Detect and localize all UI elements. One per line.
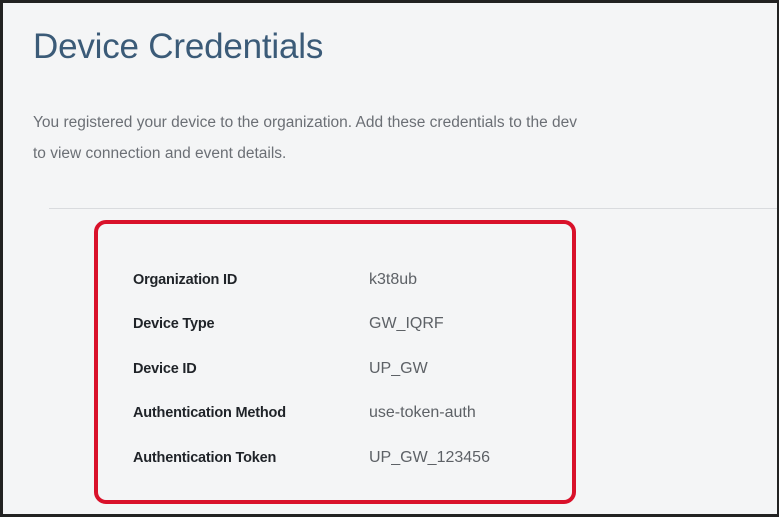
credential-row-authentication-method: Authentication Method use-token-auth [133,401,476,425]
credential-label: Device Type [133,316,215,332]
credential-value[interactable]: UP_GW_123456 [369,449,490,467]
credential-row-authentication-token: Authentication Token UP_GW_123456 [133,446,490,470]
credential-label: Authentication Token [133,450,277,466]
page-description: You registered your device to the organi… [33,107,779,169]
credential-label: Authentication Method [133,405,286,421]
page-title: Device Credentials [33,27,324,66]
section-divider [49,208,779,209]
credential-value[interactable]: UP_GW [369,360,428,378]
credential-row-organization-id: Organization ID k3t8ub [133,268,417,292]
device-credentials-panel: Device Credentials You registered your d… [0,0,779,517]
credential-label: Device ID [133,361,197,377]
credential-row-device-type: Device Type GW_IQRF [133,312,444,336]
credential-value[interactable]: GW_IQRF [369,315,444,333]
description-line: to view connection and event details. [33,145,287,162]
description-line: You registered your device to the organi… [33,114,578,131]
credential-value[interactable]: k3t8ub [369,271,417,289]
credential-value[interactable]: use-token-auth [369,404,476,422]
credential-row-device-id: Device ID UP_GW [133,357,428,381]
credential-label: Organization ID [133,272,238,288]
